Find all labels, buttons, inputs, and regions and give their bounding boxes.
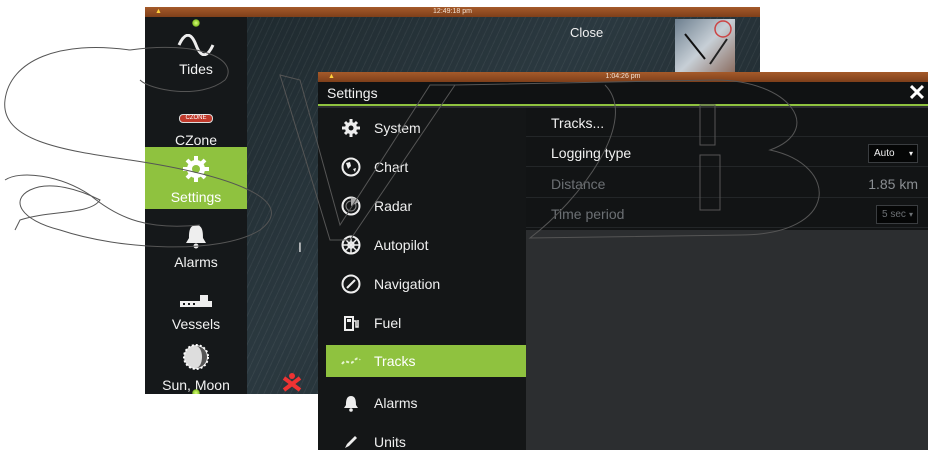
warning-icon[interactable]: ▲ (328, 72, 335, 82)
chevron-down-icon: ▾ (908, 149, 913, 158)
time-period-row: Time period 5 sec ▾ (526, 200, 928, 228)
compass-icon (340, 273, 362, 295)
globe-icon (340, 156, 362, 178)
gear-icon (181, 154, 211, 189)
nav-label: Tracks (374, 353, 416, 369)
nav-item-chart[interactable]: Chart (326, 151, 526, 183)
settings-nav: System Chart Radar Autopilot Navigation (318, 108, 526, 450)
status-bar: ▲ 12:49:18 pm (145, 7, 760, 17)
moon-icon (181, 342, 211, 377)
nav-item-radar[interactable]: Radar (326, 190, 526, 222)
bell-icon (184, 223, 208, 254)
distance-row: Distance 1.85 km (526, 170, 928, 198)
helm-icon (340, 234, 362, 256)
nav-item-tracks[interactable]: Tracks (326, 345, 526, 377)
pencil-icon (340, 431, 362, 450)
back-sidebar: Tides CZONE CZone Settings Alarms Vessel… (145, 17, 247, 394)
rail-label: Vessels (171, 316, 221, 332)
wave-icon (177, 33, 215, 61)
mob-icon[interactable] (282, 372, 302, 394)
distance-label: Distance (551, 176, 606, 192)
nav-label: Autopilot (374, 237, 429, 253)
rail-item-alarms[interactable]: Alarms (145, 212, 247, 274)
czone-logo-icon: CZONE (179, 114, 213, 123)
fuel-pump-icon (340, 312, 362, 334)
status-time: 1:04:26 pm (605, 73, 641, 80)
nav-label: Chart (374, 159, 409, 175)
settings-content: Tracks... Logging type Auto ▾ Distance 1… (526, 108, 928, 450)
time-period-label: Time period (551, 206, 625, 222)
ship-icon (178, 293, 214, 316)
nav-label: Radar (374, 198, 413, 214)
instrument-thumbnail[interactable] (675, 19, 735, 74)
nav-item-navigation[interactable]: Navigation (326, 268, 526, 300)
nav-label: Fuel (374, 315, 402, 331)
time-period-value: 5 sec (882, 209, 906, 220)
nav-label: Alarms (374, 395, 418, 411)
settings-dialog: ▲ 1:04:26 pm Settings ✕ System Chart Rad… (318, 72, 928, 450)
warning-icon[interactable]: ▲ (155, 7, 162, 17)
rail-item-czone[interactable]: CZONE CZone (145, 90, 247, 152)
dialog-header: Settings ✕ (318, 82, 928, 106)
radar-icon (340, 195, 362, 217)
partial-label: I (298, 239, 302, 255)
indicator-dot (192, 389, 200, 394)
tracks-settings-list: Tracks... Logging type Auto ▾ Distance 1… (526, 108, 928, 230)
nav-label: System (374, 120, 421, 136)
rail-item-vessels[interactable]: Vessels (145, 274, 247, 336)
nav-label: Units (374, 434, 406, 450)
logging-type-dropdown[interactable]: Auto ▾ (868, 144, 918, 163)
rail-item-tides[interactable]: Tides (145, 19, 247, 81)
close-icon[interactable]: ✕ (906, 82, 928, 104)
rail-item-settings[interactable]: Settings (145, 147, 247, 209)
nav-label: Navigation (374, 276, 441, 292)
gear-icon (340, 117, 362, 139)
tracks-link-label: Tracks... (551, 115, 605, 131)
nav-item-alarms[interactable]: Alarms (326, 387, 526, 419)
track-icon (340, 350, 362, 372)
logging-type-row[interactable]: Logging type Auto ▾ (526, 139, 928, 167)
time-period-dropdown: 5 sec ▾ (876, 205, 918, 224)
nav-item-units[interactable]: Units (326, 426, 526, 450)
nav-item-system[interactable]: System (326, 112, 526, 144)
dialog-title: Settings (327, 85, 378, 101)
status-time: 12:49:18 pm (433, 8, 472, 15)
tracks-link-row[interactable]: Tracks... (526, 109, 928, 137)
rail-label: Alarms (174, 254, 218, 270)
logging-type-value: Auto (874, 148, 895, 159)
rail-label: Settings (170, 189, 222, 205)
status-bar: ▲ 1:04:26 pm (318, 72, 928, 82)
rail-label: CZone (174, 132, 218, 148)
rail-label: Tides (179, 61, 213, 77)
nav-item-autopilot[interactable]: Autopilot (326, 229, 526, 261)
nav-item-fuel[interactable]: Fuel (326, 307, 526, 339)
bell-icon (340, 392, 362, 414)
close-button[interactable]: Close (570, 25, 603, 40)
chevron-down-icon: ▾ (908, 210, 913, 219)
distance-value: 1.85 km (868, 176, 918, 192)
logging-type-label: Logging type (551, 145, 632, 161)
indicator-dot (192, 19, 200, 27)
rail-item-sun-moon[interactable]: Sun, Moon (145, 335, 247, 394)
